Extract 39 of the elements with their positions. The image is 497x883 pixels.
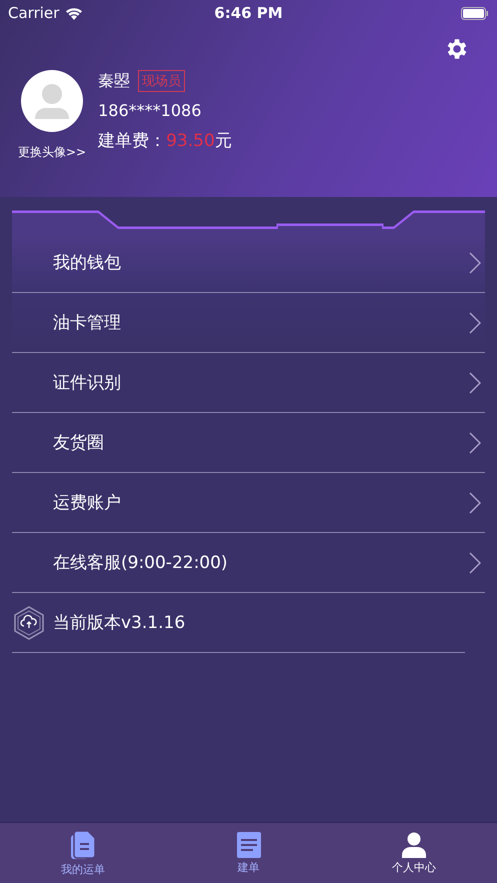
- menu-row[interactable]: 我的钱包: [12, 233, 485, 293]
- chevron-right-icon: [469, 432, 481, 454]
- chevron-right-icon: [469, 552, 481, 574]
- menu-label: 证件识别: [53, 372, 122, 394]
- change-avatar-link[interactable]: 更换头像>>: [18, 144, 86, 161]
- menu-row[interactable]: 油卡管理: [12, 293, 485, 353]
- cloud-upload-icon: [12, 604, 46, 640]
- menu-row[interactable]: 在线客服(9:00-22:00): [12, 533, 485, 593]
- menu-row[interactable]: 证件识别: [12, 353, 485, 413]
- avatar-icon[interactable]: [21, 70, 84, 132]
- tab-item[interactable]: 个人中心: [331, 823, 497, 883]
- menu-row[interactable]: 运费账户: [12, 473, 485, 533]
- chevron-right-icon: [469, 372, 481, 394]
- menu-label: 当前版本v3.1.16: [53, 612, 186, 634]
- menu-label: 运费账户: [53, 492, 122, 514]
- fee-unit: 元: [214, 130, 232, 152]
- role-badge: 现场员: [138, 70, 186, 92]
- user-name: 秦曌: [98, 70, 130, 92]
- fee-label: 建单费：: [98, 130, 166, 152]
- menu-label: 在线客服(9:00-22:00): [53, 552, 229, 574]
- fee-amount: 93.50: [166, 130, 215, 150]
- documents-icon: [70, 830, 96, 860]
- battery-icon: [461, 6, 489, 20]
- menu-label: 我的钱包: [53, 252, 122, 274]
- menu-row[interactable]: 友货圈: [12, 413, 485, 473]
- tab-item[interactable]: 我的运单: [0, 823, 166, 883]
- wifi-icon: [65, 6, 84, 20]
- chevron-right-icon: [469, 492, 481, 514]
- carrier-label: Carrier: [8, 4, 60, 22]
- chevron-right-icon: [469, 252, 481, 274]
- tab-item[interactable]: 建单: [166, 823, 332, 883]
- menu-label: 油卡管理: [53, 312, 122, 334]
- phone-number: 186****1086: [98, 101, 202, 120]
- chevron-right-icon: [469, 312, 481, 334]
- menu-label: 友货圈: [53, 432, 105, 454]
- person-icon: [402, 832, 426, 858]
- menu-row[interactable]: 当前版本v3.1.16: [12, 593, 465, 653]
- note-icon: [236, 832, 260, 858]
- status-time: 6:46 PM: [214, 4, 283, 22]
